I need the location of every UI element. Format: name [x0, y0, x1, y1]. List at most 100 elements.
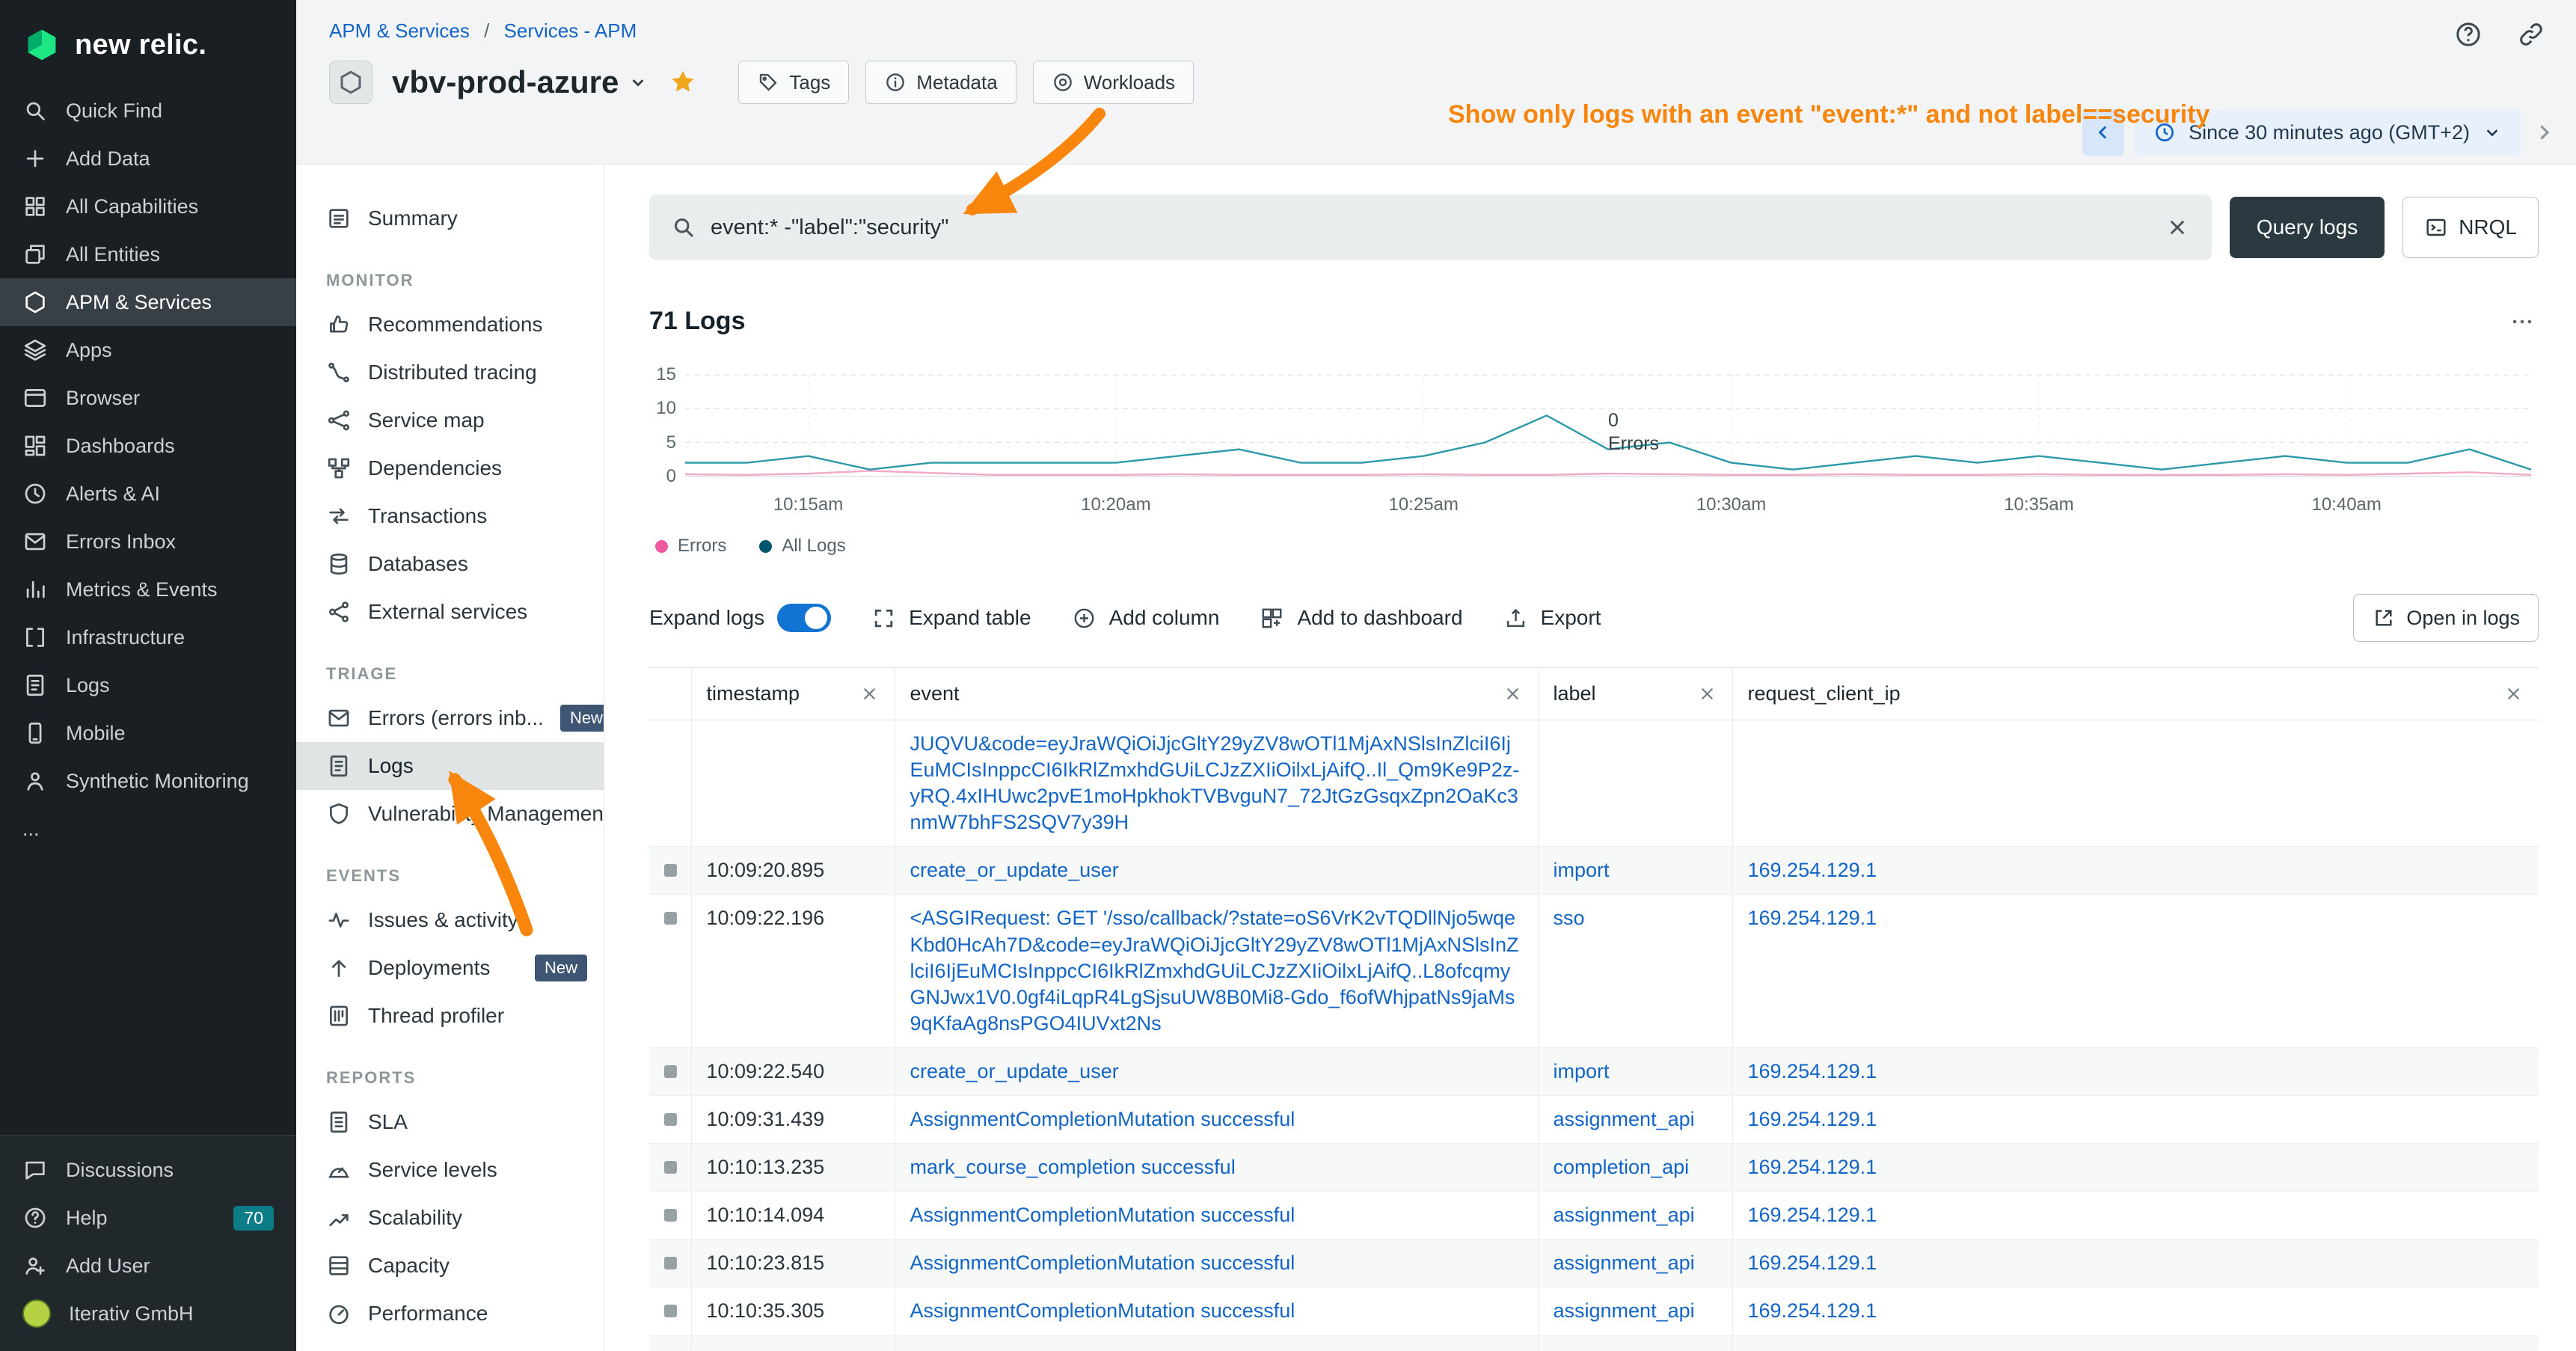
column-header-request-client-ip[interactable]: request_client_ip [1732, 668, 2539, 720]
event-link[interactable]: AssignmentCompletionMutation successful [910, 1299, 1295, 1322]
ip-link[interactable]: 169.254.129.1 [1748, 1108, 1877, 1130]
subnav-item-deployments[interactable]: DeploymentsNew [296, 944, 604, 992]
subnav-item-scalability[interactable]: Scalability [296, 1194, 604, 1242]
subnav-item-capacity[interactable]: Capacity [296, 1242, 604, 1290]
ip-link[interactable]: 169.254.129.1 [1748, 1299, 1877, 1322]
row-checkbox[interactable] [664, 864, 677, 877]
remove-column-icon[interactable] [1503, 684, 1523, 704]
column-header-event[interactable]: event [895, 668, 1538, 720]
remove-column-icon[interactable] [2503, 684, 2524, 704]
chevron-down-icon[interactable] [628, 72, 648, 93]
ip-link[interactable]: 169.254.129.1 [1748, 907, 1877, 929]
sidebar-item-apps[interactable]: Apps [0, 326, 296, 374]
chip-tags[interactable]: Tags [738, 61, 849, 104]
row-checkbox[interactable] [664, 1113, 677, 1126]
event-link[interactable]: mark_course_completion successful [910, 1156, 1236, 1178]
label-link[interactable]: assignment_api [1554, 1204, 1695, 1226]
clear-query-icon[interactable] [2164, 214, 2191, 241]
help-circle-icon[interactable] [2453, 19, 2483, 49]
event-link[interactable]: <ASGIRequest: GET '/sso/callback/?state=… [910, 907, 1519, 1034]
subnav-item-external-services[interactable]: External services [296, 588, 604, 636]
logo[interactable]: new relic. [0, 0, 296, 87]
sidebar-item-mobile[interactable]: Mobile [0, 709, 296, 757]
sidebar-item-alerts-ai[interactable]: Alerts & AI [0, 470, 296, 518]
row-checkbox[interactable] [664, 1209, 677, 1222]
table-row[interactable]: 10:09:20.895create_or_update_userimport1… [649, 847, 2539, 895]
table-row[interactable]: 10:10:35.305AssignmentCompletionMutation… [649, 1287, 2539, 1335]
sidebar-item-errors-inbox[interactable]: Errors Inbox [0, 518, 296, 566]
subnav-item-vulnerability-management[interactable]: Vulnerability Management [296, 790, 604, 838]
expand-logs-toggle[interactable] [777, 604, 831, 632]
subnav-item-logs[interactable]: Logs [296, 742, 604, 790]
nrql-button[interactable]: NRQL [2402, 197, 2539, 258]
sidebar-item-add-user[interactable]: Add User [0, 1242, 296, 1290]
ip-link[interactable]: 169.254.129.1 [1748, 1156, 1877, 1178]
table-row[interactable]: 10:10:13.235mark_course_completion succe… [649, 1144, 2539, 1192]
legend-item-errors[interactable]: Errors [655, 536, 726, 557]
sidebar-item-iterativ-gmbh[interactable]: Iterativ GmbH [0, 1290, 296, 1338]
table-row[interactable]: 10:09:31.439AssignmentCompletionMutation… [649, 1096, 2539, 1144]
sidebar-item-browser[interactable]: Browser [0, 374, 296, 422]
row-checkbox[interactable] [664, 912, 677, 925]
ip-link[interactable]: 169.254.129.1 [1748, 1060, 1877, 1082]
table-row[interactable]: JUQVU&code=eyJraWQiOiJjcGltY29yZV8wOTl1M… [649, 720, 2539, 847]
sidebar-item-item[interactable]: ... [0, 805, 296, 853]
expand-logs-control[interactable]: Expand logs [649, 604, 831, 632]
label-link[interactable]: assignment_api [1554, 1299, 1695, 1322]
ip-link[interactable]: 169.254.129.1 [1748, 859, 1877, 881]
table-row[interactable]: 10:09:22.196<ASGIRequest: GET '/sso/call… [649, 895, 2539, 1047]
table-row[interactable]: 10:10:44.066AssignmentCompletionMutation… [649, 1335, 2539, 1351]
label-link[interactable]: import [1554, 1060, 1610, 1082]
subnav-item-dependencies[interactable]: Dependencies [296, 444, 604, 492]
remove-column-icon[interactable] [1697, 684, 1717, 704]
logs-options-ellipsis-icon[interactable] [2506, 309, 2539, 334]
breadcrumb-services-apm[interactable]: Services - APM [504, 19, 637, 42]
permalink-icon[interactable] [2516, 19, 2546, 49]
time-forward-button chevron-right-icon[interactable] [2531, 120, 2557, 145]
label-link[interactable]: import [1554, 859, 1610, 881]
subnav-item-distributed-tracing[interactable]: Distributed tracing [296, 349, 604, 396]
subnav-item-summary[interactable]: Summary [296, 194, 604, 242]
sidebar-item-metrics-events[interactable]: Metrics & Events [0, 566, 296, 613]
sidebar-item-logs[interactable]: Logs [0, 661, 296, 709]
logs-timeseries-chart[interactable]: 05101510:15am10:20am10:25am10:30am10:35a… [649, 366, 2539, 519]
expand-table-button[interactable]: Expand table [871, 606, 1031, 631]
legend-item-all-logs[interactable]: All Logs [759, 536, 845, 557]
event-link[interactable]: create_or_update_user [910, 859, 1119, 881]
chip-workloads[interactable]: Workloads [1033, 61, 1194, 104]
label-link[interactable]: sso [1554, 907, 1585, 929]
sidebar-item-quick-find[interactable]: Quick Find [0, 87, 296, 135]
log-query-input[interactable] [711, 215, 2150, 240]
page-title[interactable]: vbv-prod-azure [392, 64, 648, 100]
favorite-star-icon[interactable] [668, 67, 698, 97]
remove-column-icon[interactable] [859, 684, 880, 704]
add-to-dashboard-button[interactable]: Add to dashboard [1260, 606, 1462, 631]
sidebar-item-all-capabilities[interactable]: All Capabilities [0, 183, 296, 230]
sidebar-item-apm-services[interactable]: APM & Services [0, 278, 296, 326]
subnav-item-transactions[interactable]: Transactions [296, 492, 604, 540]
event-link[interactable]: AssignmentCompletionMutation successful [910, 1252, 1295, 1274]
subnav-item-sla[interactable]: SLA [296, 1098, 604, 1146]
row-checkbox[interactable] [664, 1257, 677, 1269]
event-link[interactable]: create_or_update_user [910, 1060, 1119, 1082]
ip-link[interactable]: 169.254.129.1 [1748, 1252, 1877, 1274]
export-button[interactable]: Export [1503, 606, 1601, 631]
log-search-box[interactable] [649, 194, 2212, 260]
row-checkbox[interactable] [664, 1305, 677, 1317]
label-link[interactable]: completion_api [1554, 1156, 1690, 1178]
label-link[interactable]: assignment_api [1554, 1348, 1695, 1351]
chip-metadata[interactable]: Metadata [865, 61, 1016, 104]
sidebar-item-dashboards[interactable]: Dashboards [0, 422, 296, 470]
table-row[interactable]: 10:10:14.094AssignmentCompletionMutation… [649, 1192, 2539, 1240]
sidebar-item-help[interactable]: Help70 [0, 1194, 296, 1242]
query-logs-button[interactable]: Query logs [2230, 197, 2385, 258]
add-column-button[interactable]: Add column [1072, 606, 1220, 631]
subnav-item-errors-errors-inb[interactable]: Errors (errors inb...New [296, 694, 604, 742]
sidebar-item-infrastructure[interactable]: Infrastructure [0, 613, 296, 661]
open-in-logs-button[interactable]: Open in logs [2353, 594, 2539, 642]
ip-link[interactable]: 169.254.129.1 [1748, 1348, 1877, 1351]
column-header-timestamp[interactable]: timestamp [691, 668, 895, 720]
subnav-item-databases[interactable]: Databases [296, 540, 604, 588]
subnav-item-performance[interactable]: Performance [296, 1290, 604, 1338]
ip-link[interactable]: 169.254.129.1 [1748, 1204, 1877, 1226]
